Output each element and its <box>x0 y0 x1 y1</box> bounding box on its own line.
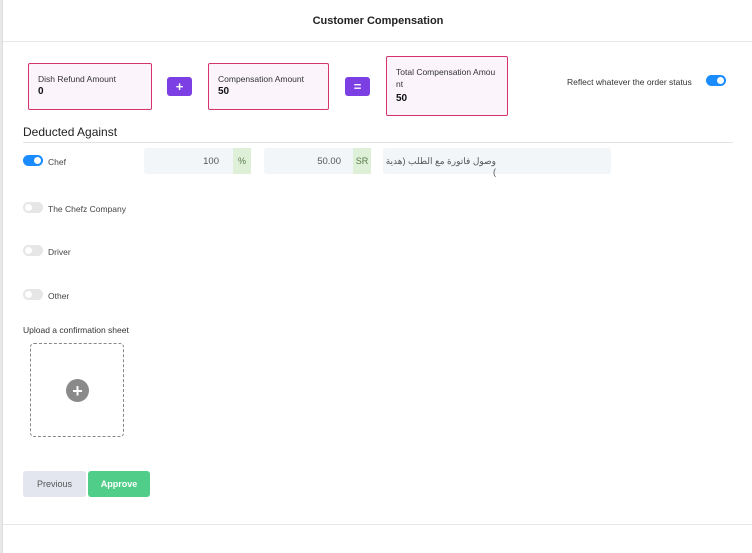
total-compensation-amount-label: Total Compensation Amou nt <box>396 67 496 89</box>
chef-toggle[interactable] <box>23 155 43 166</box>
toggle-knob <box>25 291 32 298</box>
driver-toggle[interactable] <box>23 245 43 256</box>
chef-percent-input[interactable]: 100 % <box>144 148 251 174</box>
chef-amount-value: 50.00 <box>317 156 341 167</box>
chefz-company-label: The Chefz Company <box>48 204 126 214</box>
toggle-knob <box>717 77 724 84</box>
total-compensation-amount-field[interactable]: Total Compensation Amou nt 50 <box>386 56 508 116</box>
upload-confirmation-label: Upload a confirmation sheet <box>23 325 129 335</box>
compensation-amount-label: Compensation Amount <box>218 74 304 84</box>
chef-note-value: وصول فاتورة مع الطلب (هدية ) <box>385 156 496 177</box>
other-label: Other <box>48 291 70 301</box>
equals-button[interactable]: = <box>345 77 370 96</box>
dish-refund-amount-value: 0 <box>38 86 44 97</box>
chef-amount-input[interactable]: 50.00 SR <box>264 148 371 174</box>
percent-suffix: % <box>233 148 251 174</box>
modal-header: Customer Compensation <box>3 0 752 42</box>
toggle-knob <box>25 247 32 254</box>
upload-dropzone[interactable]: + <box>30 343 124 437</box>
plus-button[interactable]: + <box>167 77 192 96</box>
total-compensation-amount-value: 50 <box>396 93 408 104</box>
toggle-knob <box>25 204 32 211</box>
plus-circle-icon[interactable]: + <box>66 379 89 402</box>
approve-button[interactable]: Approve <box>88 471 150 497</box>
currency-suffix: SR <box>353 148 371 174</box>
section-divider <box>23 142 733 143</box>
driver-label: Driver <box>48 247 71 257</box>
reflect-order-status-label: Reflect whatever the order status <box>567 77 692 87</box>
deducted-against-title: Deducted Against <box>23 125 118 139</box>
equals-icon: = <box>353 79 362 94</box>
plus-icon: + <box>175 79 184 94</box>
reflect-order-status-toggle[interactable] <box>706 75 726 86</box>
chefz-company-toggle[interactable] <box>23 202 43 213</box>
other-toggle[interactable] <box>23 289 43 300</box>
chef-percent-value: 100 <box>203 156 219 167</box>
dish-refund-amount-field[interactable]: Dish Refund Amount 0 <box>28 63 152 110</box>
footer-divider <box>3 524 752 525</box>
dish-refund-amount-label: Dish Refund Amount <box>38 74 116 84</box>
customer-compensation-modal: Customer Compensation Dish Refund Amount… <box>2 0 752 553</box>
previous-button[interactable]: Previous <box>23 471 86 497</box>
compensation-amount-value: 50 <box>218 86 230 97</box>
chef-label: Chef <box>48 157 66 167</box>
compensation-amount-field[interactable]: Compensation Amount 50 <box>208 63 329 110</box>
chef-note-input[interactable]: وصول فاتورة مع الطلب (هدية ) <box>383 148 611 177</box>
toggle-knob <box>34 157 41 164</box>
modal-title: Customer Compensation <box>312 14 444 27</box>
